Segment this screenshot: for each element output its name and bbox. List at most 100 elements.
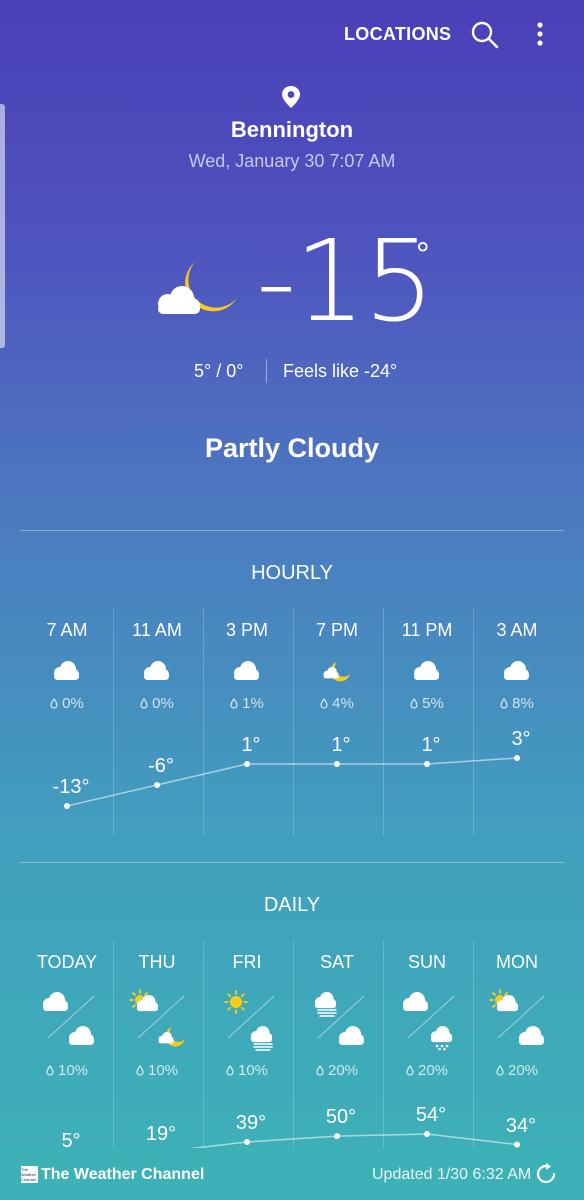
refresh-icon[interactable] [535,1163,557,1185]
precipitation-chance: 20% [292,1062,382,1079]
temperature-label: 3° [511,728,531,750]
day-name: SAT [320,952,354,972]
temperature-point [154,782,160,788]
hourly-title: HOURLY [251,562,333,584]
location-pin-icon [282,86,300,108]
high-temperature-label: 34° [505,1114,537,1137]
cloud-icon [472,661,562,685]
precipitation-chance: 8% [472,695,562,712]
logo-text: The Weather Channel [21,1167,37,1182]
temperature-point [424,761,430,767]
temperature-label: -6° [148,755,174,777]
precipitation-value: 10% [57,1062,89,1079]
precipitation-value: 8% [512,695,534,712]
precipitation-value: 10% [237,1062,269,1079]
high-temperature-label: 39° [235,1111,267,1134]
precipitation-chance: 5% [382,695,472,712]
hourly-item[interactable]: 7 PM 4% [292,620,382,712]
cloud-icon [338,1026,366,1053]
updated-time: Updated 1/30 6:32 AM [372,1166,532,1183]
cloud-icon [68,1026,96,1053]
cloud-icon [518,1026,546,1053]
temperature-point [244,761,250,767]
precipitation-value: 0% [62,695,84,712]
temperature-label: -13° [52,776,90,798]
day-name: TODAY [36,952,98,972]
city-name: Bennington [230,117,354,142]
day-name: SUN [407,952,446,972]
hourly-time: 7 AM [46,620,88,640]
precipitation-value: 4% [332,695,354,712]
daily-item[interactable]: TODAY 10% [22,952,112,1092]
temperature-label: 1° [421,734,441,756]
cloud-icon [112,661,202,685]
precipitation-value: 1% [242,695,264,712]
high-temperature-point [244,1138,250,1145]
hourly-item[interactable]: 3 AM 8% [472,620,562,712]
day-name: MON [496,952,538,972]
temperature-point [334,761,340,767]
daily-item[interactable]: SAT 20% [292,952,382,1092]
divider [266,359,267,383]
temperature-line [66,757,518,807]
high-temperature-label: 50° [325,1106,357,1129]
day-name: THU [138,952,176,972]
precipitation-chance: 4% [292,695,382,712]
temperature-point [514,755,520,761]
precipitation-value: 20% [507,1062,539,1079]
hourly-item[interactable]: 11 AM 0% [112,620,202,712]
precipitation-value: 5% [422,695,444,712]
day-name: FRI [232,952,262,972]
precipitation-value: 10% [147,1062,179,1079]
hourly-time: 11 PM [401,620,453,640]
high-temperature-point [514,1141,520,1148]
hourly-item[interactable]: 11 PM 5% [382,620,472,712]
daily-item[interactable]: THU 10% [112,952,202,1092]
high-low: 5° / 0° [194,361,244,381]
hourly-item[interactable]: 7 AM 0% [22,620,112,712]
partly-cloudy-night-icon [158,1026,186,1053]
current-datetime: Wed, January 30 7:07 AM [188,151,396,171]
daily-item[interactable]: MON 20% [472,952,562,1092]
search-icon[interactable] [471,21,499,49]
daily-item[interactable]: FRI 10% [202,952,292,1092]
hourly-time: 7 PM [315,620,358,640]
daily-item[interactable]: SUN 20% [382,952,472,1092]
hourly-time: 11 AM [132,620,182,640]
high-temperature-label: 19° [145,1122,177,1145]
precipitation-chance: 20% [382,1062,472,1079]
precipitation-chance: 0% [112,695,202,712]
temperature-label: 1° [331,734,351,756]
daily-title: DAILY [263,894,321,916]
partly-cloudy-night-icon [292,661,382,685]
hourly-time: 3 PM [225,620,268,640]
divider [20,530,564,531]
condition-text: Partly Cloudy [204,433,380,463]
hourly-time: 3 AM [496,620,538,640]
divider [20,862,564,863]
temperature-label: 1° [241,734,261,756]
more-vert-icon[interactable] [533,22,547,48]
precipitation-chance: 10% [202,1062,292,1079]
precipitation-chance: 10% [112,1062,202,1079]
precipitation-value: 20% [327,1062,359,1079]
hourly-item[interactable]: 3 PM 1% [202,620,292,712]
snow-rain-icon [428,1026,456,1055]
temperature-point [64,803,70,809]
temperature-unit: ° [416,236,430,274]
precipitation-chance: 20% [472,1062,562,1079]
brand-name[interactable]: The Weather Channel [41,1166,204,1184]
precipitation-chance: 1% [202,695,292,712]
precipitation-value: 0% [152,695,174,712]
high-temperature-point [424,1131,430,1137]
precipitation-chance: 0% [22,695,112,712]
fog-icon [248,1026,276,1055]
locations-button[interactable]: LOCATIONS [344,24,451,45]
cloud-icon [22,661,112,685]
high-temperature-point [334,1133,340,1140]
feels-like: Feels like -24° [283,361,398,381]
precipitation-chance: 10% [22,1062,112,1079]
current-temperature: -15 [256,217,435,347]
daily-temperature-graph [64,1131,520,1163]
precipitation-value: 20% [417,1062,449,1079]
